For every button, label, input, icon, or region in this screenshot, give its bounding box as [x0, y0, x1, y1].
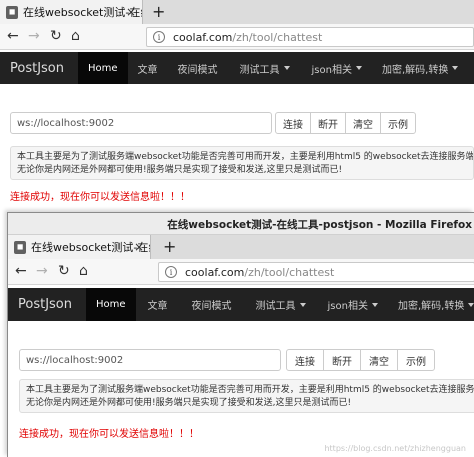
window-title: 在线websocket测试-在线工具-postjson - Mozilla Fi… [167, 219, 472, 231]
tab-favicon-icon: ◼ [6, 5, 19, 19]
tab-strip: ◼ 在线websocket测试-在线 × + [8, 235, 474, 259]
forward-arrow-icon[interactable]: → [28, 28, 40, 44]
nav-json[interactable]: json相关 [318, 288, 388, 321]
caret-down-icon [468, 302, 474, 307]
site-navbar: PostJson Home 文章 夜间模式 测试工具 json相关 加密,解码,… [0, 52, 474, 84]
back-arrow-icon[interactable]: ← [7, 28, 19, 44]
action-buttons: 连接 断开 清空 示例 [286, 349, 435, 371]
front-browser-window: 在线websocket测试-在线工具-postjson - Mozilla Fi… [7, 212, 474, 457]
connection-status: 连接成功，现在你可以发送信息啦！！！ [19, 429, 199, 440]
nav-network[interactable]: 网络 [468, 52, 474, 84]
nav-test-tools[interactable]: 测试工具 [244, 288, 318, 321]
browser-tab[interactable]: ◼ 在线websocket测试-在线 × [0, 0, 143, 24]
disconnect-button[interactable]: 断开 [323, 349, 361, 371]
site-brand[interactable]: PostJson [8, 288, 86, 321]
tab-favicon-icon: ◼ [14, 240, 27, 254]
nav-articles[interactable]: 文章 [128, 52, 168, 84]
clear-button[interactable]: 清空 [345, 112, 381, 134]
example-button[interactable]: 示例 [380, 112, 416, 134]
url-bar[interactable]: i coolaf.com/zh/tool/chattest [146, 27, 474, 47]
description-line: 本工具主要是为了测试服务端websocket功能是否完善可用而开发，主要是利用h… [26, 385, 474, 395]
nav-toolbar: ← → ↻ ⌂ i coolaf.com/zh/tool/chattest [8, 259, 474, 285]
close-tab-icon[interactable]: × [126, 5, 136, 19]
nav-articles[interactable]: 文章 [136, 288, 180, 321]
disconnect-button[interactable]: 断开 [310, 112, 346, 134]
clear-button[interactable]: 清空 [360, 349, 398, 371]
new-tab-icon[interactable]: + [163, 237, 176, 256]
caret-down-icon [452, 66, 459, 70]
home-icon[interactable]: ⌂ [79, 263, 88, 279]
caret-down-icon [355, 66, 362, 70]
ws-url-input[interactable]: ws://localhost:9002 [19, 349, 281, 371]
nav-home[interactable]: Home [78, 52, 128, 84]
connect-button[interactable]: 连接 [286, 349, 324, 371]
nav-test-tools[interactable]: 测试工具 [228, 52, 302, 84]
close-tab-icon[interactable]: × [134, 240, 144, 254]
watermark: https://blog.csdn.net/zhizhengguan [324, 444, 466, 453]
back-arrow-icon[interactable]: ← [15, 263, 27, 279]
connection-status: 连接成功，现在你可以发送信息啦！！！ [10, 192, 190, 203]
action-buttons: 连接 断开 清空 示例 [275, 112, 416, 134]
nav-night-mode[interactable]: 夜间模式 [168, 52, 228, 84]
info-icon[interactable]: i [153, 31, 165, 43]
description-line: 无论你是内网还是外网都可使用!服务端只是实现了接受和发送,这里只是测试而已! [26, 398, 352, 408]
ws-url-input[interactable]: ws://localhost:9002 [10, 112, 272, 134]
url-bar[interactable]: i coolaf.com/zh/tool/chattest [158, 262, 474, 282]
caret-down-icon [299, 302, 306, 307]
nav-home[interactable]: Home [86, 288, 136, 321]
caret-down-icon [371, 302, 378, 307]
browser-tab[interactable]: ◼ 在线websocket测试-在线 × [8, 235, 151, 259]
description-line: 无论你是内网还是外网都可使用!服务端只是实现了接受和发送,这里只是测试而已! [17, 165, 343, 175]
reload-icon[interactable]: ↻ [50, 28, 62, 44]
tool-description: 本工具主要是为了测试服务端websocket功能是否完善可用而开发，主要是利用h… [10, 146, 474, 180]
forward-arrow-icon[interactable]: → [36, 263, 48, 279]
caret-down-icon [283, 66, 290, 70]
tool-description: 本工具主要是为了测试服务端websocket功能是否完善可用而开发，主要是利用h… [19, 379, 474, 413]
tab-title: 在线websocket测试-在线 [23, 6, 142, 19]
reload-icon[interactable]: ↻ [58, 263, 70, 279]
connect-button[interactable]: 连接 [275, 112, 311, 134]
nav-toolbar: ← → ↻ ⌂ i coolaf.com/zh/tool/chattest [0, 24, 474, 50]
description-line: 本工具主要是为了测试服务端websocket功能是否完善可用而开发，主要是利用h… [17, 152, 474, 162]
nav-night-mode[interactable]: 夜间模式 [180, 288, 244, 321]
back-browser-window: ◼ 在线websocket测试-在线 × + ← → ↻ ⌂ i coolaf.… [0, 0, 474, 205]
info-icon[interactable]: i [165, 266, 177, 278]
url-path: /zh/tool/chattest [244, 265, 335, 279]
nav-encode[interactable]: 加密,解码,转换 [388, 288, 474, 321]
url-host: coolaf.com [185, 265, 245, 279]
tab-title: 在线websocket测试-在线 [31, 241, 150, 254]
home-icon[interactable]: ⌂ [71, 28, 80, 44]
nav-encode[interactable]: 加密,解码,转换 [372, 52, 468, 84]
site-navbar: PostJson Home 文章 夜间模式 测试工具 json相关 加密,解码,… [8, 288, 474, 321]
window-titlebar[interactable]: 在线websocket测试-在线工具-postjson - Mozilla Fi… [8, 213, 474, 235]
site-brand[interactable]: PostJson [0, 52, 78, 84]
new-tab-icon[interactable]: + [152, 2, 165, 21]
nav-json[interactable]: json相关 [302, 52, 372, 84]
example-button[interactable]: 示例 [397, 349, 435, 371]
tab-strip: ◼ 在线websocket测试-在线 × + [0, 0, 474, 24]
url-path: /zh/tool/chattest [232, 30, 323, 44]
url-host: coolaf.com [173, 30, 233, 44]
